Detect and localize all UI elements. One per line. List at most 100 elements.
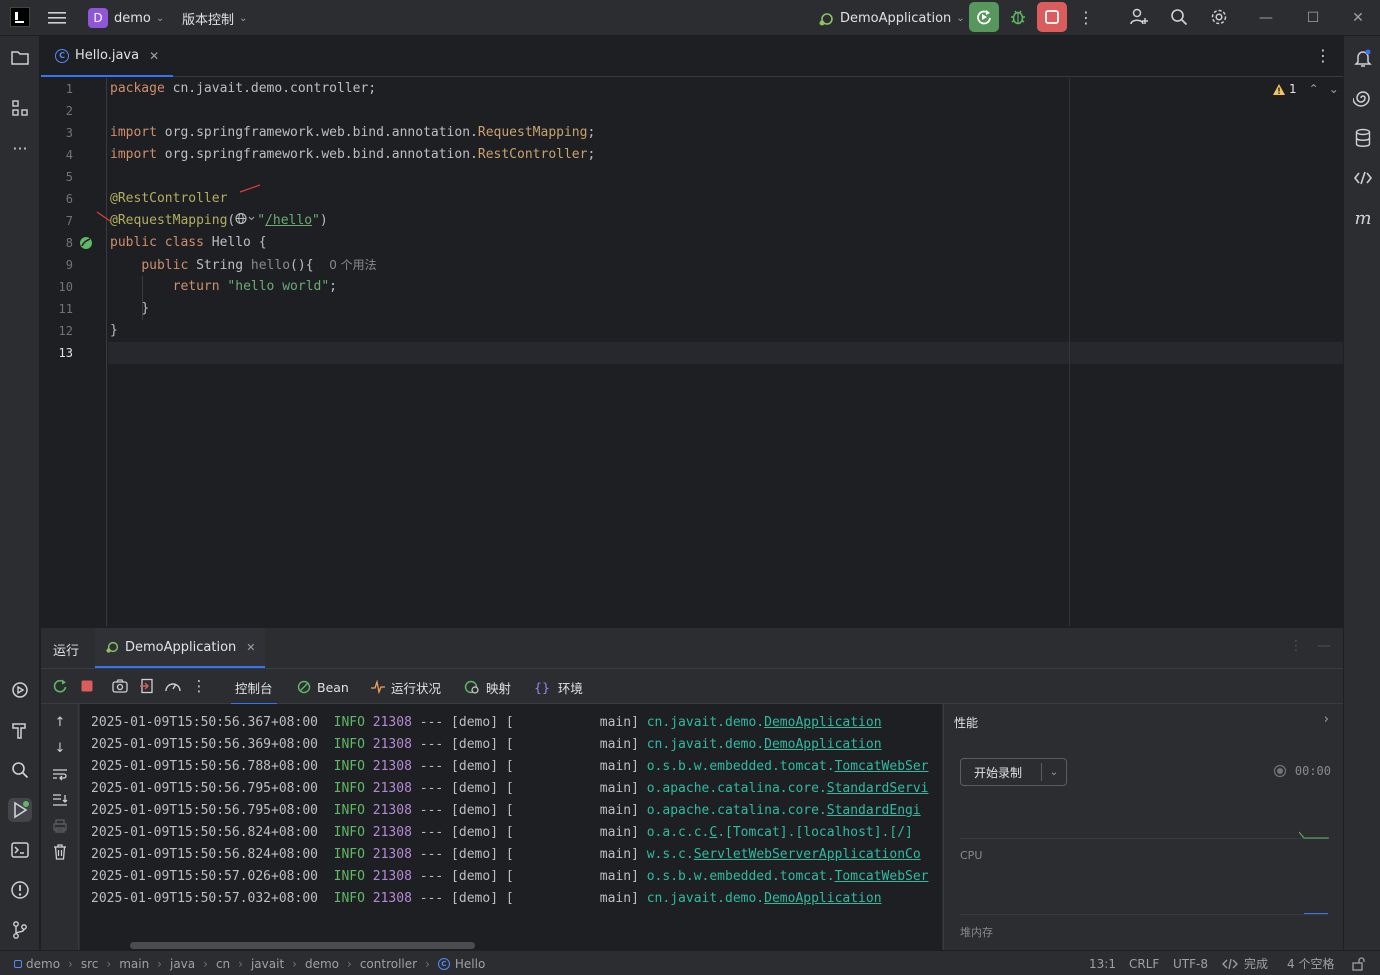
print-button[interactable] [50,816,70,836]
run-icon [14,801,29,819]
breadcrumb-item[interactable]: controller [360,957,417,971]
line-separator[interactable]: CRLF [1129,951,1159,975]
tab-beans[interactable]: Bean [297,669,349,705]
file-encoding[interactable]: UTF-8 [1173,951,1208,975]
services-tool-button[interactable] [8,678,32,702]
main-menu-button[interactable] [48,0,66,36]
stop-button[interactable] [77,676,97,696]
rerun-button[interactable] [969,2,999,32]
code-line: @RestController [110,191,228,206]
tab-hello-java[interactable]: C Hello.java ✕ [41,36,174,77]
start-recording-button[interactable]: 开始录制 ⌄ [960,758,1067,786]
notifications-button[interactable] [1351,46,1375,70]
tab-environment[interactable]: {} 环境 [534,669,583,705]
vcs-selector[interactable]: 版本控制 ⌄ [182,0,247,36]
run-config-name: DemoApplication [840,10,952,26]
screenshot-button[interactable] [110,676,130,696]
build-tool-button[interactable] [8,718,32,742]
endpoints-tool-button[interactable] [1351,166,1375,190]
profiler-button[interactable] [163,676,183,696]
braces-icon: {} [534,679,550,695]
database-tool-button[interactable] [1351,126,1375,150]
more-tools-button[interactable]: ··· [8,136,32,160]
chevron-right-icon[interactable]: › [1324,712,1329,727]
structure-tool-button[interactable] [8,96,32,120]
search-everywhere-button[interactable] [1164,2,1194,32]
project-tool-button[interactable] [8,46,32,70]
scroll-down-button[interactable]: ↓ [50,738,70,758]
tab-mappings[interactable]: 映射 [464,669,511,705]
tab-console[interactable]: 控制台 [231,669,276,705]
log-logger-class-link[interactable]: DemoApplication [764,737,881,752]
log-logger-class-link[interactable]: C [709,825,717,840]
breadcrumb-item[interactable]: demo [14,957,60,971]
debug-button[interactable] [1003,2,1033,32]
indent-setting[interactable]: 4 个空格 [1287,951,1334,975]
console-output[interactable]: 2025-01-09T15:50:56.367+08:00 INFO 21308… [80,704,942,951]
exit-button[interactable] [137,676,157,696]
breadcrumb-item[interactable]: C Hello [437,957,485,971]
hide-panel-button[interactable]: — [1317,638,1331,654]
soft-wrap-button[interactable] [50,764,70,784]
close-icon[interactable]: ✕ [149,49,159,63]
rerun-button[interactable] [50,676,70,696]
more-button[interactable]: ⋮ [189,676,209,696]
breadcrumb-item[interactable]: javait [251,957,284,971]
readonly-toggle[interactable] [1352,951,1366,975]
git-tool-button[interactable] [8,918,32,942]
globe-icon[interactable] [235,212,257,225]
breadcrumb-item[interactable]: demo [305,957,339,971]
project-selector[interactable]: D demo ⌄ [88,0,164,36]
clear-console-button[interactable] [50,842,70,862]
code-with-me-button[interactable] [1124,2,1154,32]
tab-options-button[interactable]: ⋮ [1315,46,1331,65]
code-editor[interactable]: 1 2 3 4 5 6 7 8 9 10 11 12 13 package cn… [41,78,1343,626]
code-status[interactable]: 完成 [1222,951,1268,975]
spring-bean-gutter-icon[interactable] [78,235,94,255]
caret-position[interactable]: 13:1 [1089,951,1116,975]
breadcrumb-item[interactable]: java [170,957,195,971]
breadcrumb-item[interactable]: cn [216,957,230,971]
terminal-tool-button[interactable] [8,838,32,862]
tab-health[interactable]: 运行状况 [371,669,441,705]
log-logger-class-link[interactable]: ServletWebServerApplicationCo [694,847,921,862]
log-logger-class-link[interactable]: TomcatWebSer [835,759,929,774]
chevron-down-icon: ⌄ [155,12,165,24]
arrow-down-icon: ↓ [54,740,66,756]
breadcrumb-item[interactable]: main [119,957,149,971]
log-logger-class-link[interactable]: DemoApplication [764,715,881,730]
log-logger-package: o.a.c.c. [646,825,710,840]
log-logger-class-link[interactable]: TomcatWebSer [835,869,929,884]
chevron-up-icon[interactable]: ⌃ [1309,82,1319,96]
scroll-up-button[interactable]: ↑ [50,712,70,732]
find-tool-button[interactable] [8,758,32,782]
url-link[interactable]: /hello [265,213,312,228]
chevron-down-icon[interactable]: ⌄ [1042,767,1066,778]
ai-assistant-button[interactable] [1351,86,1375,110]
close-window-button[interactable]: ✕ [1335,0,1380,36]
log-logger-class-link[interactable]: DemoApplication [764,891,881,906]
more-actions-button[interactable]: ⋮ [1071,2,1101,32]
close-icon[interactable]: ✕ [246,641,255,654]
maven-tool-button[interactable]: m [1351,206,1375,230]
settings-button[interactable] [1204,2,1234,32]
problems-tool-button[interactable] [8,878,32,902]
run-tool-button[interactable] [8,798,32,822]
log-logger-class-link[interactable]: StandardEngi [827,803,921,818]
inspection-widget[interactable]: 1 ⌃ ⌄ [1272,82,1339,96]
intellij-logo-icon[interactable] [10,7,30,27]
run-config-selector[interactable]: DemoApplication ⌄ [818,0,965,36]
log-logger-class-link[interactable]: StandardServi [827,781,929,796]
horizontal-scrollbar[interactable] [130,942,475,949]
tab-demo-application[interactable]: DemoApplication ✕ [95,628,266,668]
breadcrumb-item[interactable]: src [81,957,99,971]
minimize-button[interactable]: — [1243,0,1289,36]
log-pid: 21308 [372,715,412,730]
chevron-down-icon[interactable]: ⌄ [1329,82,1339,96]
stop-button[interactable] [1037,2,1067,32]
usages-inlay-hint[interactable]: 0 个用法 [329,258,376,272]
log-pid: 21308 [372,847,412,862]
run-options-button[interactable]: ⋮ [1289,638,1303,654]
maximize-button[interactable]: ☐ [1290,0,1336,36]
scroll-to-end-button[interactable] [50,790,70,810]
